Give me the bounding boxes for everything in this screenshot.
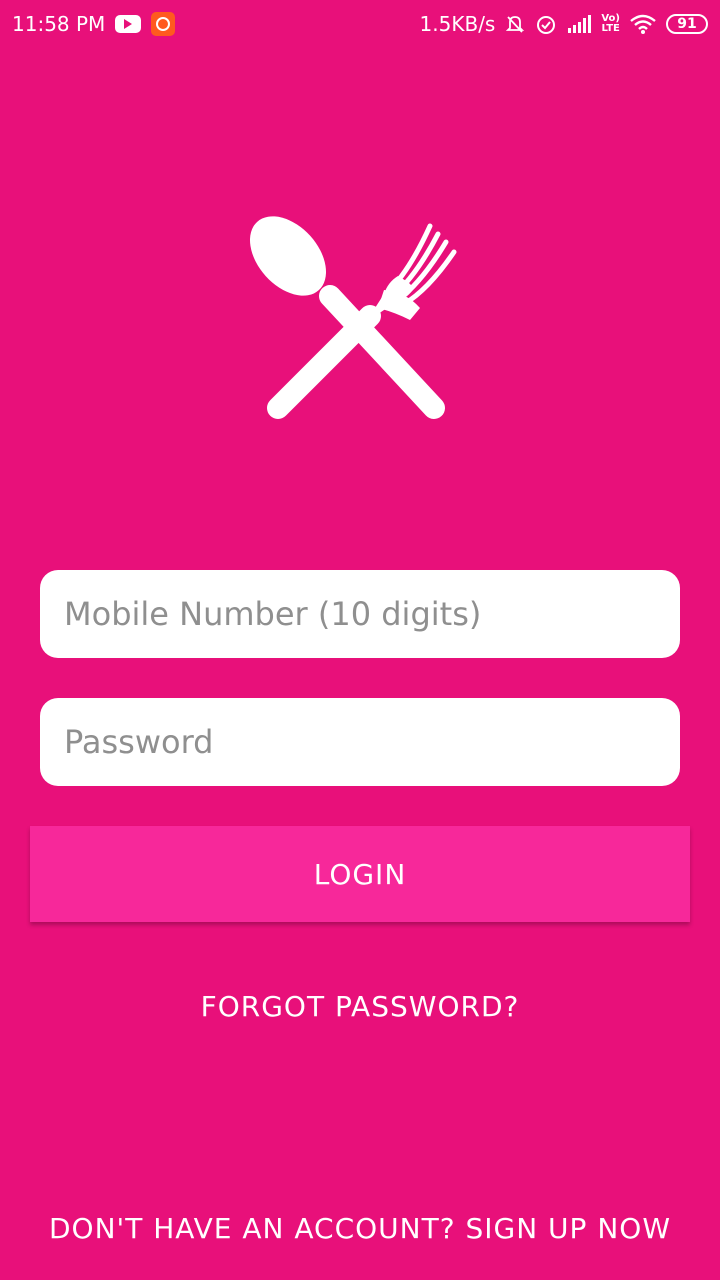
status-time: 11:58 PM <box>12 12 106 36</box>
alarm-icon <box>535 13 557 35</box>
wifi-icon <box>630 14 656 34</box>
app-notification-icon <box>151 12 176 36</box>
password-input[interactable] <box>62 722 658 762</box>
sign-up-link[interactable]: DON'T HAVE AN ACCOUNT? SIGN UP NOW <box>0 1212 720 1245</box>
mute-bell-icon <box>505 14 525 34</box>
sign-up-label: DON'T HAVE AN ACCOUNT? SIGN UP NOW <box>48 1212 672 1245</box>
youtube-icon <box>115 15 142 33</box>
login-button-label: LOGIN <box>313 857 407 891</box>
login-button[interactable]: LOGIN <box>30 826 690 922</box>
password-field[interactable] <box>40 698 680 786</box>
volte-icon: Vo) LTE <box>601 14 620 34</box>
status-right: 1.5KB/s Vo) LTE 91 <box>420 12 708 36</box>
forgot-password-label: FORGOT PASSWORD? <box>200 990 520 1023</box>
status-left: 11:58 PM <box>12 12 176 36</box>
battery-level: 91 <box>677 16 697 32</box>
signal-icon <box>567 15 592 33</box>
network-speed: 1.5KB/s <box>419 12 496 36</box>
mobile-number-field[interactable] <box>40 570 680 658</box>
battery-icon: 91 <box>666 14 708 34</box>
lte-label: LTE <box>601 23 620 34</box>
forgot-password-link[interactable]: FORGOT PASSWORD? <box>0 990 720 1023</box>
status-bar: 11:58 PM 1.5KB/s Vo) LTE 91 <box>0 0 720 48</box>
spoon-fork-icon <box>238 212 482 432</box>
mobile-number-input[interactable] <box>62 594 658 634</box>
